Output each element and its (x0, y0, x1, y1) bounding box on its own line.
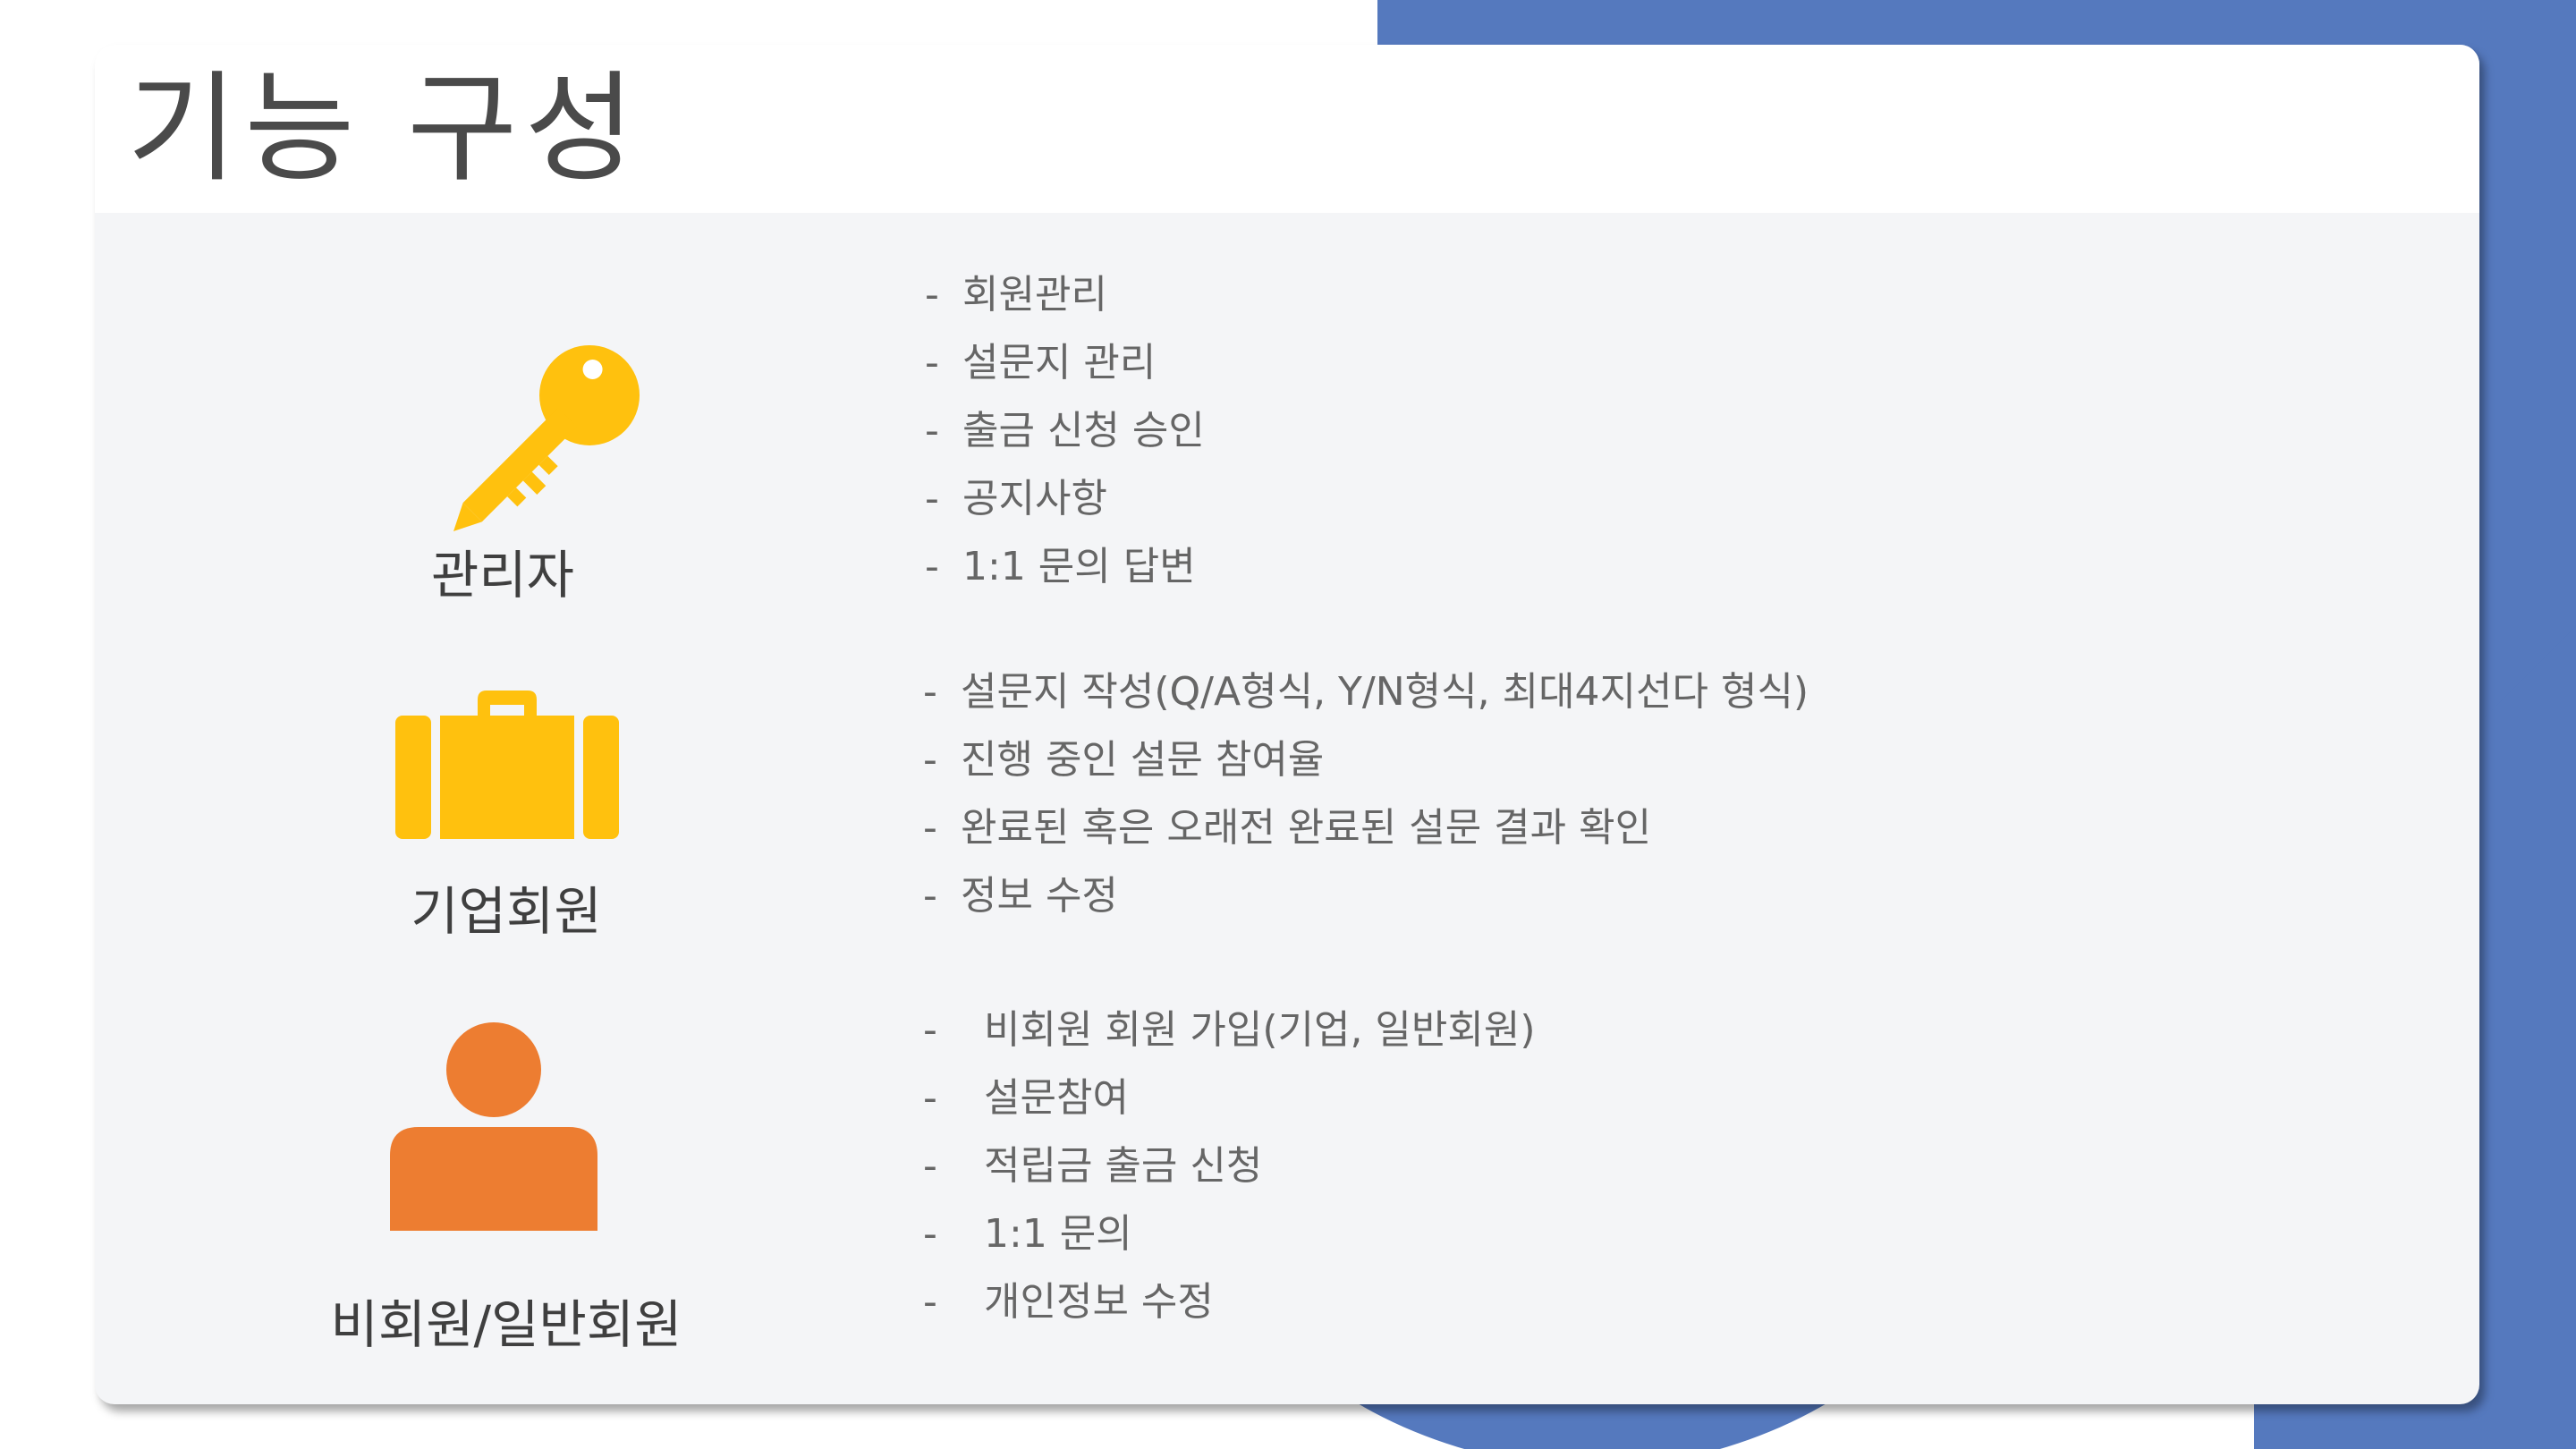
list-item: - 설문참여 (923, 1064, 1536, 1132)
bullet-dash: - (925, 544, 939, 589)
list-item: - 적립금 출금 신청 (923, 1132, 1536, 1200)
page-title: 기능 구성 (127, 59, 642, 199)
list-item: - 회원관리 (925, 261, 1205, 329)
feature-text: 1:1 문의 답변 (962, 544, 1196, 589)
bullet-dash: - (923, 737, 937, 783)
bullet-dash: - (925, 476, 939, 521)
bullet-dash: - (925, 408, 939, 453)
role-label-general: 비회원/일반회원 (330, 1294, 682, 1355)
bullet-dash: - (925, 340, 939, 386)
briefcase-icon (395, 691, 619, 839)
feature-text: 1:1 문의 (984, 1211, 1132, 1257)
feature-text: 공지사항 (962, 476, 1107, 521)
list-item: - 1:1 문의 (923, 1200, 1536, 1268)
bullet-dash: - (923, 805, 937, 851)
list-item: - 비회원 회원 가입(기업, 일반회원) (923, 996, 1536, 1064)
bullet-dash: - (923, 1279, 937, 1325)
bullet-dash: - (923, 669, 937, 715)
bullet-dash: - (923, 1075, 937, 1121)
feature-text: 설문지 관리 (962, 340, 1157, 386)
feature-text: 출금 신청 승인 (962, 408, 1205, 453)
list-item: - 진행 중인 설문 참여율 (923, 726, 1809, 794)
feature-text: 완료된 혹은 오래전 완료된 설문 결과 확인 (961, 805, 1652, 851)
list-item: -1:1 문의 답변 (925, 533, 1205, 601)
list-item: - 정보 수정 (923, 862, 1809, 930)
list-item: - 설문지 작성(Q/A형식, Y/N형식, 최대4지선다 형식) (923, 658, 1809, 726)
feature-text: 비회원 회원 가입(기업, 일반회원) (984, 1007, 1536, 1053)
key-icon (453, 344, 640, 531)
bullet-dash: - (923, 873, 937, 919)
feature-text: 진행 중인 설문 참여율 (961, 737, 1325, 783)
bullet-dash: - (923, 1211, 937, 1257)
feature-text: 정보 수정 (961, 873, 1118, 919)
bullet-dash: - (923, 1007, 937, 1053)
bullet-dash: - (925, 272, 939, 318)
user-icon (390, 1022, 597, 1231)
list-item: - 공지사항 (925, 465, 1205, 533)
feature-text: 적립금 출금 신청 (984, 1143, 1263, 1189)
list-item: - 개인정보 수정 (923, 1268, 1536, 1336)
feature-text: 설문지 작성(Q/A형식, Y/N형식, 최대4지선다 형식) (961, 669, 1809, 715)
bullet-dash: - (923, 1143, 937, 1189)
list-item: - 출금 신청 승인 (925, 397, 1205, 465)
slide-header: 기능 구성 (95, 45, 2479, 213)
list-item: - 완료된 혹은 오래전 완료된 설문 결과 확인 (923, 794, 1809, 862)
slide-card: 기능 구성 관리자 - 회원관리 - 설문지 관리 - 출금 신청 승인 - 공지사항 … (95, 45, 2479, 1404)
general-feature-list: - 비회원 회원 가입(기업, 일반회원) - 설문참여 - 적립금 출금 신청 - 1… (923, 996, 1536, 1336)
feature-text: 설문참여 (984, 1075, 1129, 1121)
feature-text: 회원관리 (962, 272, 1107, 318)
feature-text: 개인정보 수정 (984, 1279, 1214, 1325)
company-feature-list: - 설문지 작성(Q/A형식, Y/N형식, 최대4지선다 형식) - 진행 중인 … (923, 658, 1809, 930)
admin-feature-list: - 회원관리 - 설문지 관리 - 출금 신청 승인 - 공지사항 -1:1 문의 답변 (925, 261, 1205, 601)
list-item: - 설문지 관리 (925, 329, 1205, 397)
role-label-admin: 관리자 (430, 545, 575, 606)
role-label-company: 기업회원 (411, 881, 602, 942)
